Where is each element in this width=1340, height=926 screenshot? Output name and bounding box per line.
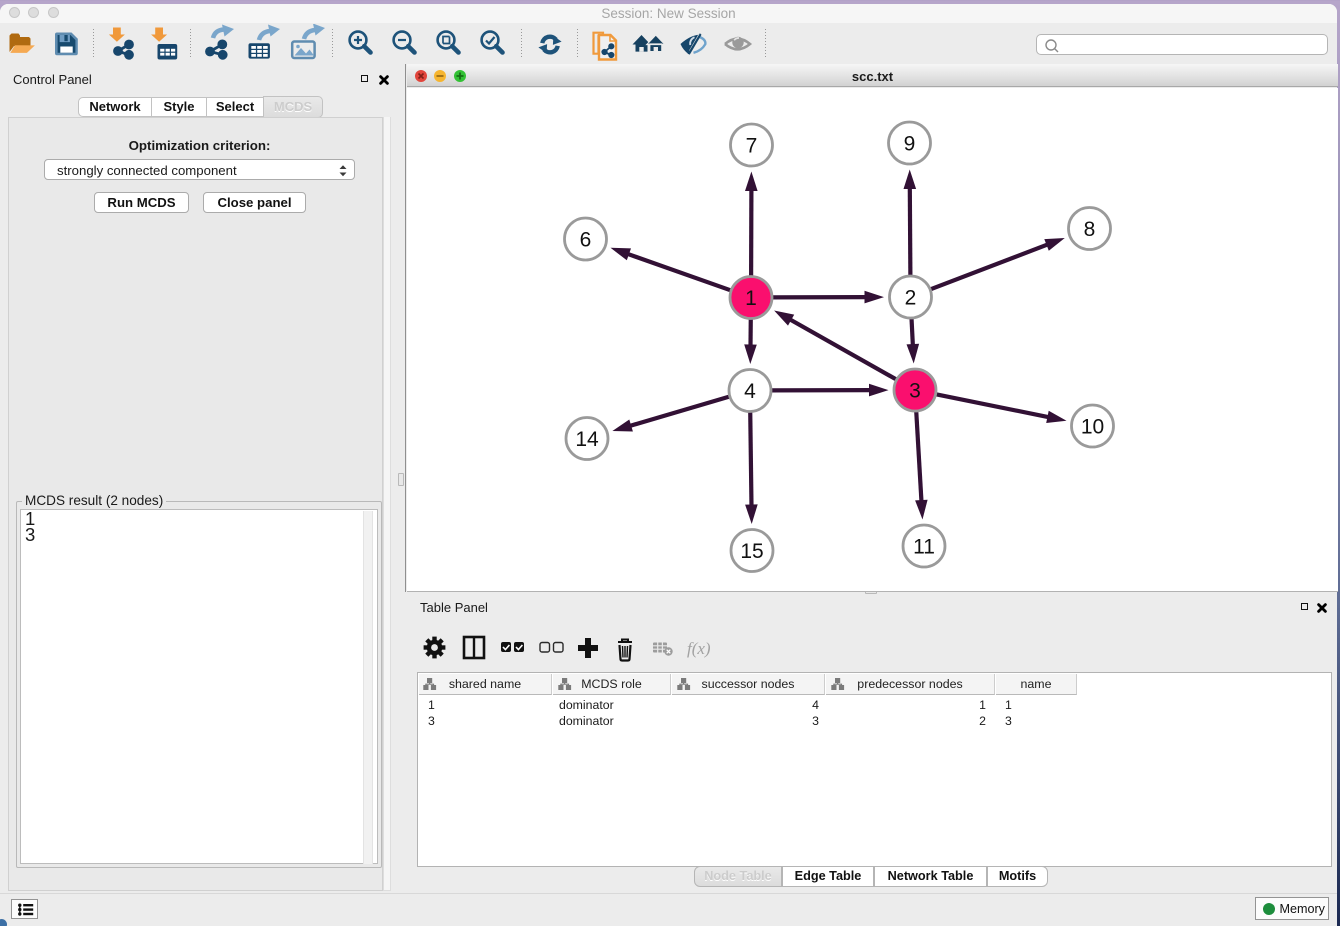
svg-text:15: 15 <box>740 540 763 563</box>
svg-text:14: 14 <box>575 428 599 451</box>
svg-text:7: 7 <box>746 135 758 158</box>
svg-text:11: 11 <box>913 536 935 559</box>
svg-text:8: 8 <box>1084 218 1096 241</box>
svg-text:4: 4 <box>744 380 756 403</box>
svg-text:3: 3 <box>909 380 921 403</box>
svg-text:f(x): f(x) <box>687 639 711 658</box>
svg-text:1: 1 <box>745 287 757 310</box>
svg-text:10: 10 <box>1081 416 1104 439</box>
svg-text:9: 9 <box>904 133 916 156</box>
svg-text:6: 6 <box>580 229 592 252</box>
svg-text:2: 2 <box>905 287 917 310</box>
